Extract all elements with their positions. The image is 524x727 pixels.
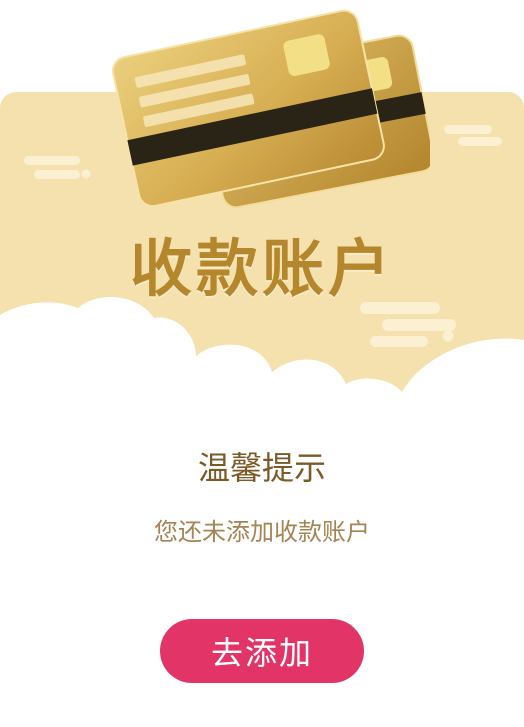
- bank-card-icon: [111, 9, 430, 209]
- empty-account-dialog: 收款账户 温馨提示 您还未添加收款账户 去添加: [0, 0, 524, 727]
- tip-message: 您还未添加收款账户: [154, 518, 370, 546]
- page-title: 收款账户: [129, 232, 394, 305]
- add-account-button[interactable]: 去添加: [160, 619, 364, 683]
- tip-title: 温馨提示: [197, 449, 326, 487]
